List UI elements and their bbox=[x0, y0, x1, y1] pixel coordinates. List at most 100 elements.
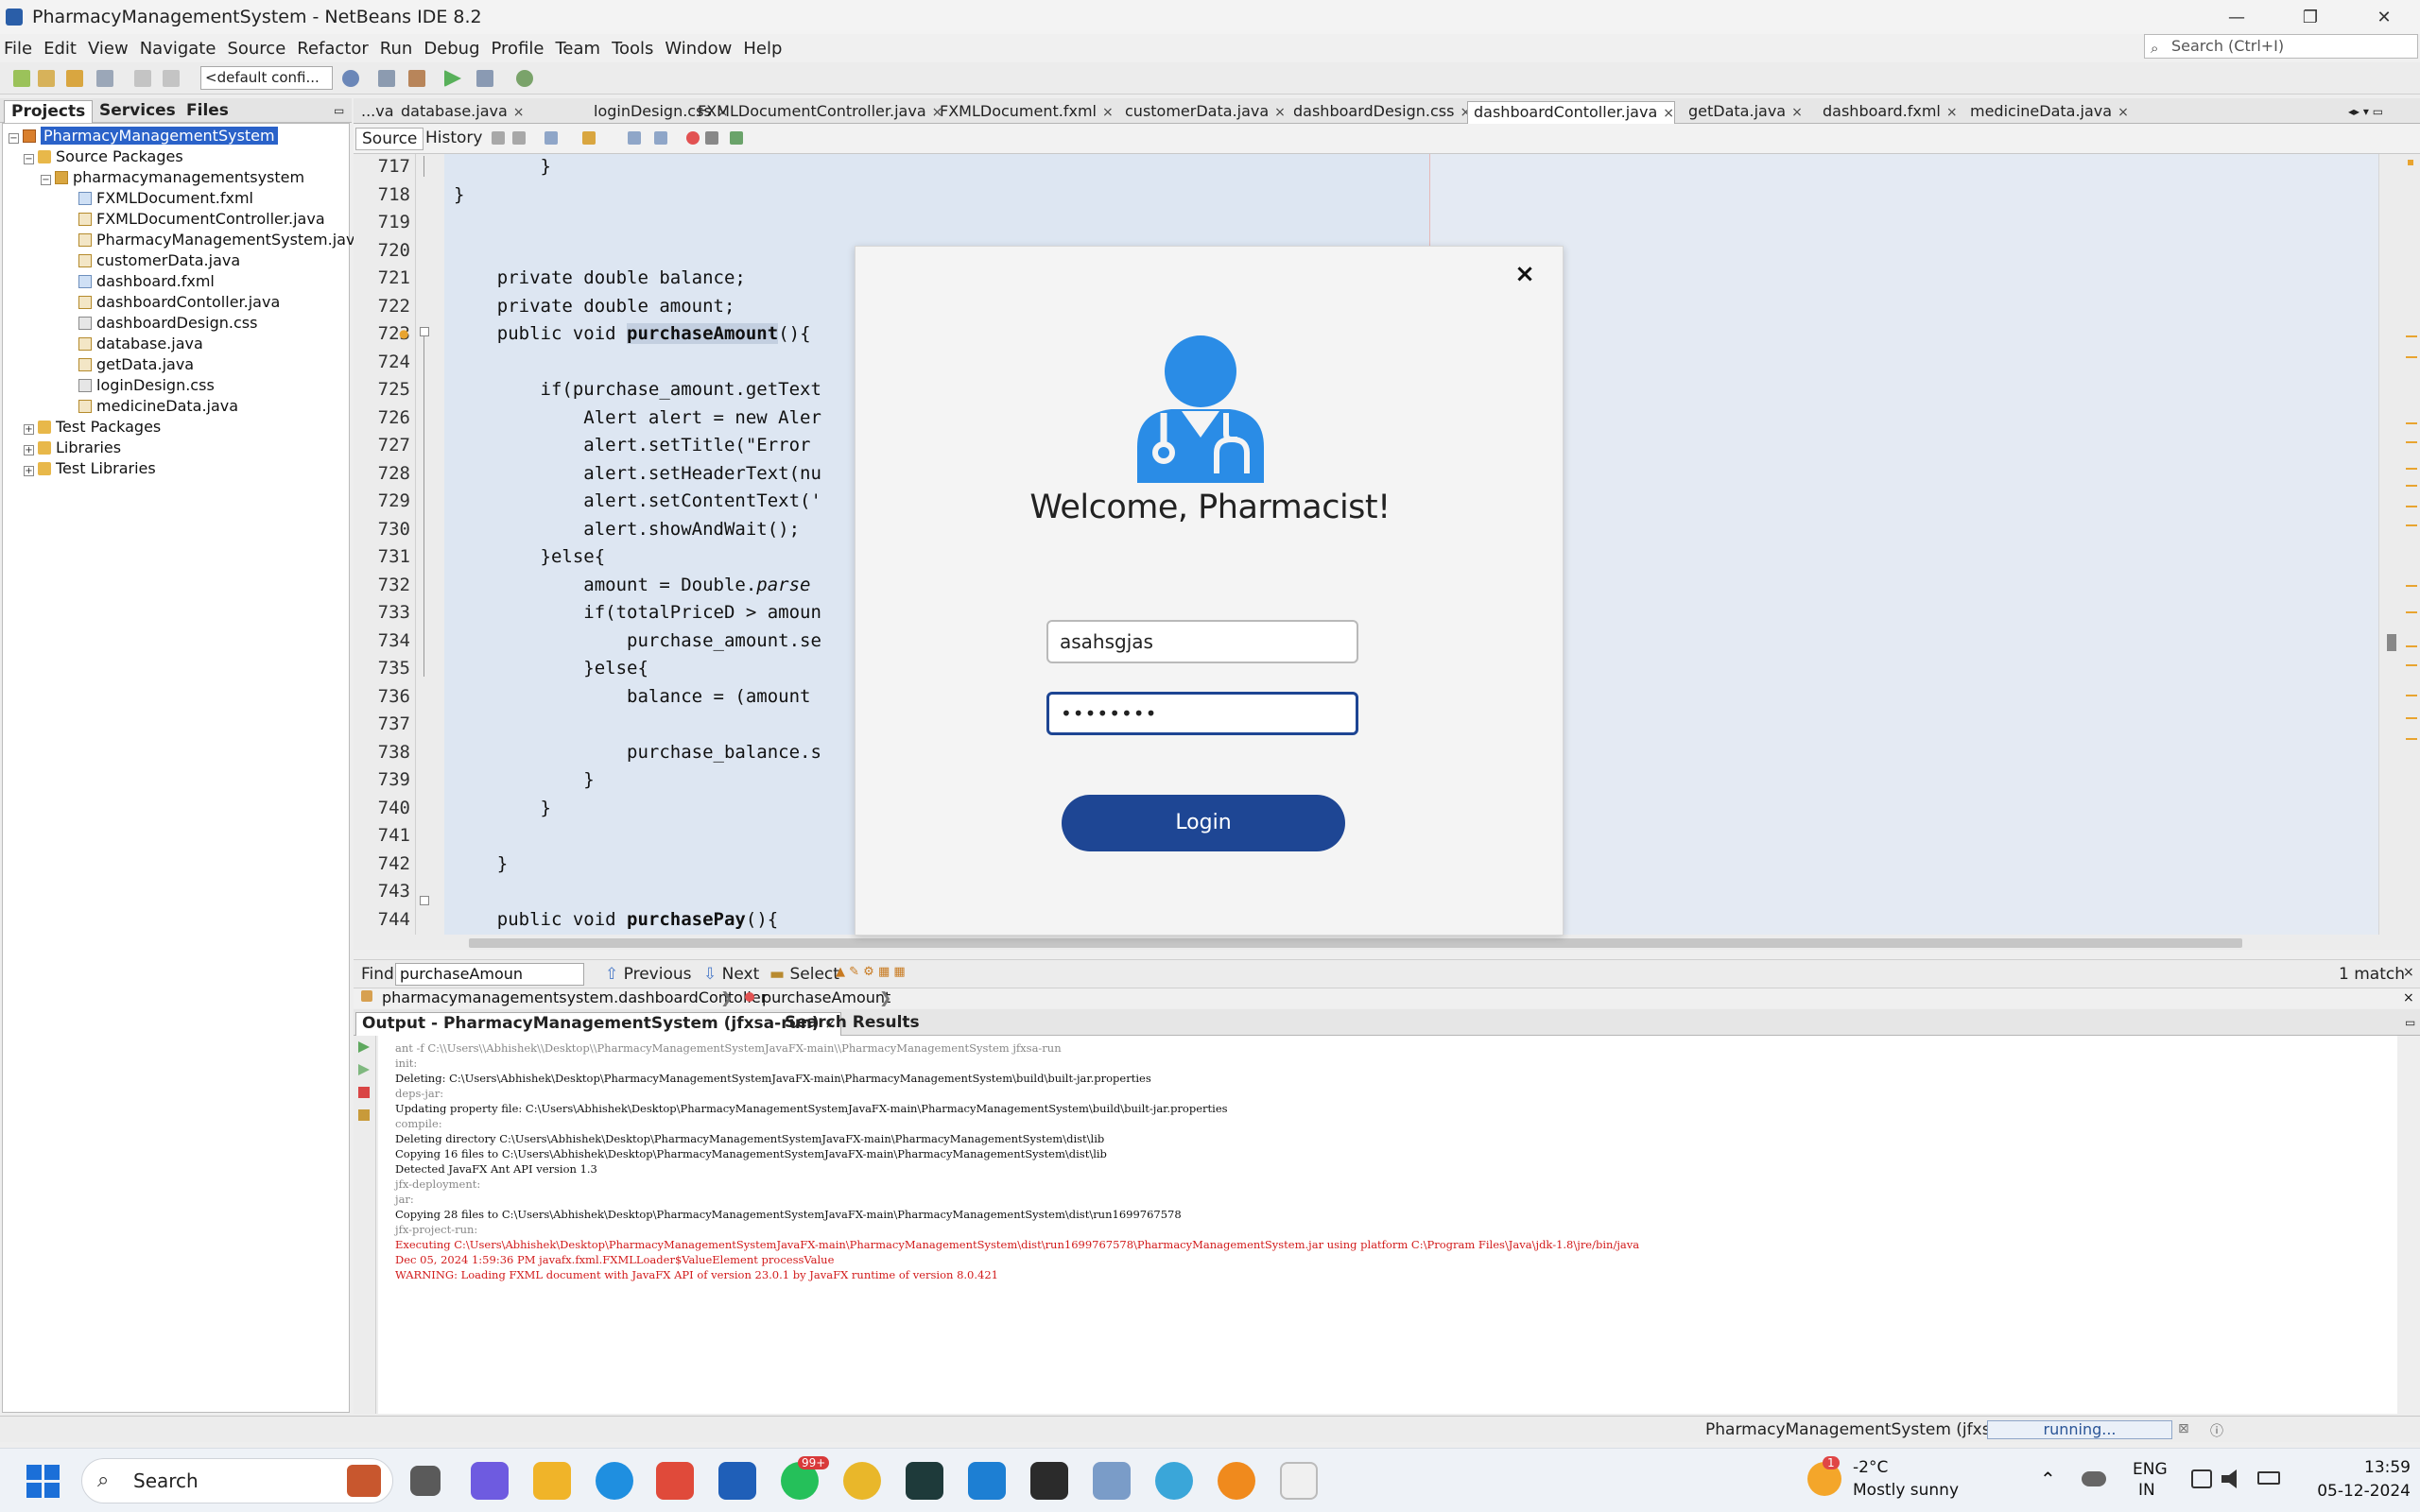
editor-tab[interactable]: FXMLDocumentController.java × bbox=[692, 101, 942, 124]
hint-bulb-icon[interactable]: ● bbox=[399, 327, 408, 340]
expand-icon[interactable]: + bbox=[24, 424, 34, 435]
menu-file[interactable]: File bbox=[4, 39, 32, 59]
previous-button[interactable]: ⇧ Previous bbox=[605, 965, 692, 984]
tab-services[interactable]: Services bbox=[93, 100, 182, 123]
output-console[interactable]: ant -f C:\\Users\\Abhishek\\Desktop\\Pha… bbox=[378, 1036, 2397, 1414]
volume-icon[interactable] bbox=[2221, 1469, 2237, 1488]
close-tab-icon[interactable]: × bbox=[513, 105, 525, 120]
editor-tab[interactable]: database.java × bbox=[395, 101, 525, 124]
clean-build-icon[interactable] bbox=[408, 70, 425, 87]
close-find-icon[interactable]: × bbox=[2403, 965, 2414, 980]
tree-item-test-packages[interactable]: + Test Packages bbox=[24, 417, 161, 438]
tree-item-test-libraries[interactable]: + Test Libraries bbox=[24, 458, 156, 479]
debug-icon[interactable] bbox=[476, 70, 493, 87]
tree-item-file[interactable]: FXMLDocumentController.java bbox=[78, 209, 325, 230]
shift-left-icon[interactable] bbox=[628, 131, 641, 145]
minimize-button[interactable]: — bbox=[2201, 0, 2273, 34]
editor-tab[interactable]: dashboard.fxml × bbox=[1817, 101, 1958, 124]
collapse-icon[interactable]: − bbox=[41, 175, 51, 185]
tree-item-file[interactable]: PharmacyManagementSystem.java bbox=[78, 230, 364, 250]
menu-edit[interactable]: Edit bbox=[43, 39, 77, 59]
tree-item-file[interactable]: customerData.java bbox=[78, 250, 240, 271]
editor-tab[interactable]: getData.java × bbox=[1683, 101, 1803, 124]
weather-widget[interactable]: 1 -2°C Mostly sunny bbox=[1807, 1456, 1978, 1505]
tab-files[interactable]: Files bbox=[180, 100, 235, 123]
history-tab[interactable]: History bbox=[420, 128, 488, 150]
tree-item-file[interactable]: getData.java bbox=[78, 354, 194, 375]
menu-run[interactable]: Run bbox=[380, 39, 413, 59]
close-breadcrumb-icon[interactable]: × bbox=[2403, 988, 2414, 1007]
start-button[interactable] bbox=[26, 1465, 60, 1499]
minimize-panel-icon[interactable]: ▭ bbox=[327, 100, 351, 123]
task-view-icon[interactable] bbox=[410, 1466, 441, 1496]
maximize-button[interactable]: ❐ bbox=[2274, 0, 2346, 34]
close-tab-icon[interactable]: × bbox=[1791, 105, 1803, 120]
menu-profile[interactable]: Profile bbox=[492, 39, 544, 59]
tab-nav-icon[interactable]: ◂▸ ▾ ▭ bbox=[2342, 101, 2383, 124]
find-selection-icon[interactable] bbox=[544, 131, 558, 145]
next-button[interactable]: ⇩ Next bbox=[703, 965, 759, 984]
source-tab[interactable]: Source bbox=[355, 128, 424, 150]
bookmark-icon[interactable] bbox=[582, 131, 596, 145]
config-select[interactable]: <default confi... bbox=[200, 66, 333, 90]
editor-tab[interactable]: ...va bbox=[355, 101, 394, 124]
find-option-icons[interactable]: ▲ ✎ ⚙ ▦ ▦ bbox=[836, 965, 906, 979]
build-icon[interactable] bbox=[378, 70, 395, 87]
ide-search-input[interactable]: ⌕ Search (Ctrl+I) bbox=[2144, 34, 2418, 59]
tab-output[interactable]: Output - PharmacyManagementSystem (jfxsa… bbox=[355, 1012, 842, 1036]
tree-item-file[interactable]: loginDesign.css bbox=[78, 375, 215, 396]
expand-icon[interactable]: + bbox=[24, 445, 34, 455]
onedrive-icon[interactable] bbox=[2082, 1471, 2106, 1486]
save-all-icon[interactable] bbox=[96, 70, 113, 87]
login-button[interactable]: Login bbox=[1062, 795, 1345, 851]
start-comment-icon[interactable] bbox=[730, 131, 743, 145]
breadcrumb-method[interactable]: purchaseAmount bbox=[762, 988, 890, 1007]
tree-item-file[interactable]: FXMLDocument.fxml bbox=[78, 188, 253, 209]
password-input[interactable] bbox=[1046, 692, 1358, 735]
new-file-icon[interactable] bbox=[38, 70, 55, 87]
java-app-icon[interactable] bbox=[1280, 1462, 1318, 1500]
undo-icon[interactable] bbox=[134, 70, 151, 87]
collapse-icon[interactable]: − bbox=[24, 154, 34, 164]
stop-icon[interactable] bbox=[358, 1087, 370, 1098]
tree-item-file[interactable]: medicineData.java bbox=[78, 396, 238, 417]
find-input[interactable]: purchaseAmoun bbox=[395, 963, 584, 986]
show-hidden-icons[interactable]: ⌃ bbox=[2040, 1468, 2056, 1490]
notifications-icon[interactable]: ⓘ bbox=[2210, 1421, 2223, 1440]
editor-tab[interactable]: FXMLDocument.fxml × bbox=[934, 101, 1114, 124]
menu-view[interactable]: View bbox=[88, 39, 129, 59]
tab-projects[interactable]: Projects bbox=[4, 100, 94, 123]
horizontal-scroll-thumb[interactable] bbox=[469, 938, 2242, 948]
whatsapp-icon[interactable]: 99+ bbox=[781, 1456, 830, 1500]
blender-icon[interactable] bbox=[1218, 1462, 1255, 1500]
globe-icon[interactable] bbox=[342, 70, 359, 87]
stop-macro-icon[interactable] bbox=[705, 131, 718, 145]
cancel-progress-icon[interactable]: ⊠ bbox=[2178, 1421, 2189, 1436]
menu-navigate[interactable]: Navigate bbox=[140, 39, 216, 59]
tree-item-source-packages[interactable]: − Source Packages bbox=[24, 146, 183, 167]
network-icon[interactable] bbox=[2191, 1469, 2212, 1488]
record-macro-icon[interactable] bbox=[686, 131, 700, 145]
tree-item-file[interactable]: dashboardDesign.css bbox=[78, 313, 257, 334]
tree-item-file[interactable]: dashboardContoller.java bbox=[78, 292, 280, 313]
close-tab-icon[interactable]: × bbox=[1274, 105, 1286, 120]
menu-debug[interactable]: Debug bbox=[424, 39, 479, 59]
menu-tools[interactable]: Tools bbox=[612, 39, 653, 59]
vscode-icon[interactable] bbox=[968, 1462, 1006, 1500]
run-icon[interactable] bbox=[444, 70, 461, 87]
store-icon[interactable] bbox=[656, 1462, 694, 1500]
minimize-panel-icon[interactable]: ▭ bbox=[2399, 1012, 2420, 1036]
fold-toggle-icon[interactable] bbox=[420, 327, 429, 336]
redo-icon[interactable] bbox=[163, 70, 180, 87]
breadcrumb-class[interactable]: pharmacymanagementsystem.dashboardContol… bbox=[382, 988, 767, 1007]
settings-icon[interactable] bbox=[358, 1109, 370, 1121]
virtualbox-icon[interactable] bbox=[1093, 1462, 1131, 1500]
shift-right-icon[interactable] bbox=[654, 131, 667, 145]
rerun-icon[interactable] bbox=[358, 1041, 370, 1053]
tree-item-project[interactable]: − PharmacyManagementSystem bbox=[9, 126, 278, 146]
app-icon[interactable] bbox=[718, 1462, 756, 1500]
edge-icon[interactable] bbox=[596, 1462, 633, 1500]
android-studio-icon[interactable] bbox=[906, 1462, 943, 1500]
chrome-profile-icon[interactable] bbox=[1155, 1462, 1193, 1500]
close-icon[interactable]: × bbox=[1508, 258, 1542, 292]
